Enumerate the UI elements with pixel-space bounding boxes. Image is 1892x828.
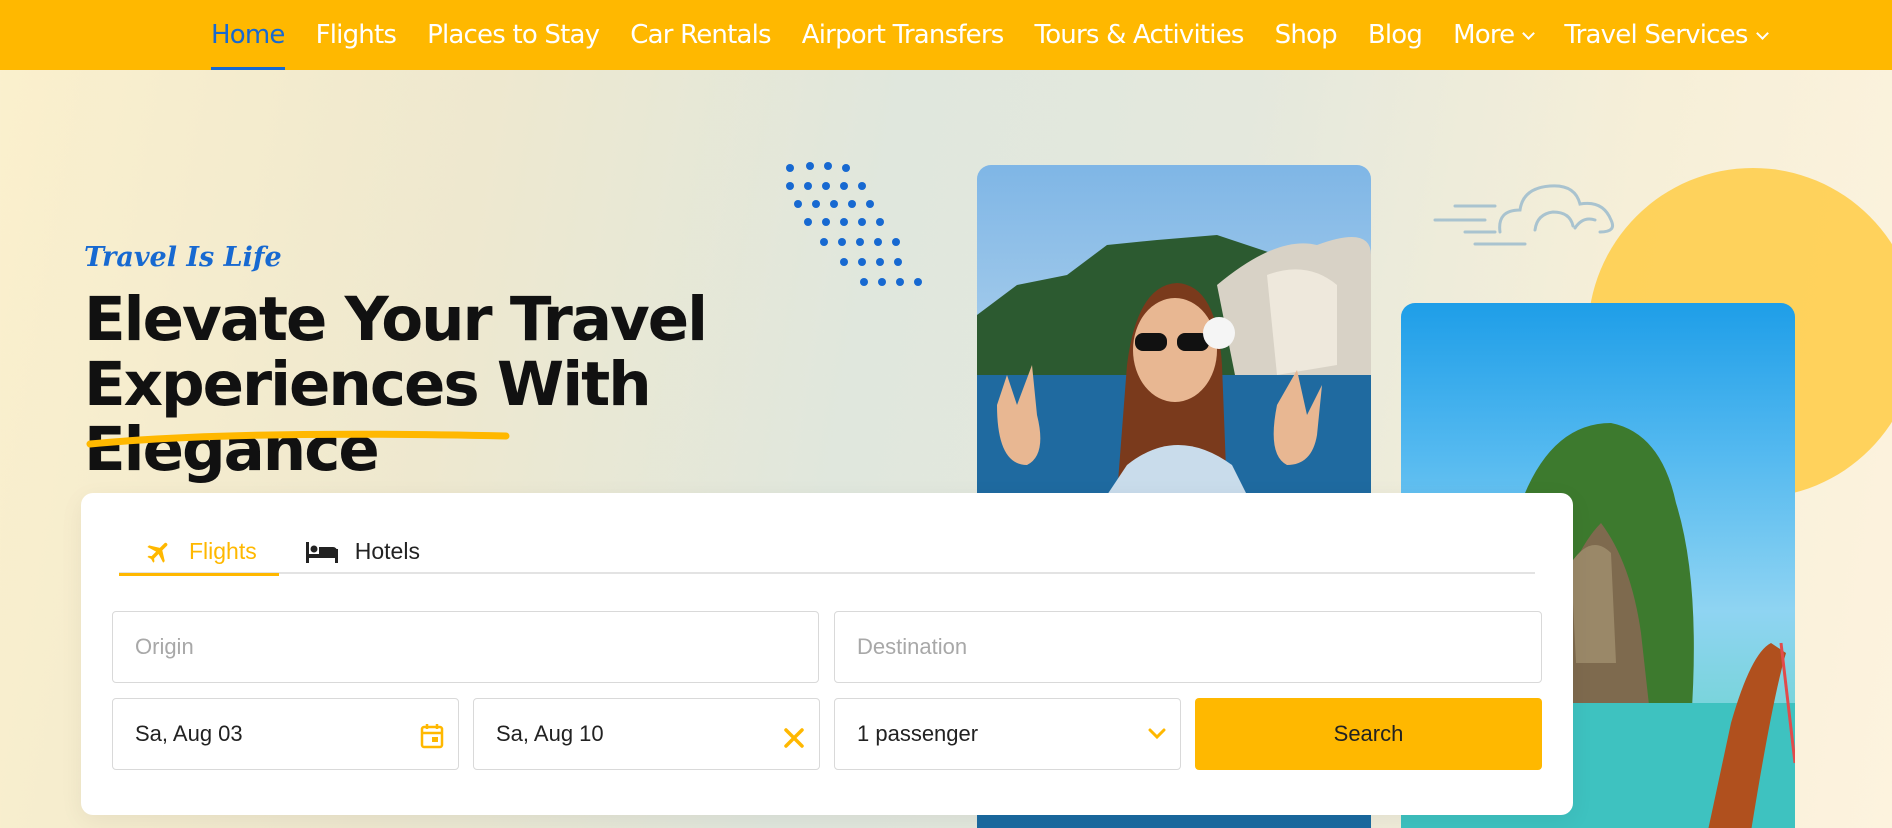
clear-icon[interactable] [783, 727, 805, 749]
nav-car-rentals[interactable]: Car Rentals [630, 0, 771, 70]
tab-flights-label: Flights [189, 538, 257, 564]
tab-flights[interactable]: Flights [119, 529, 279, 576]
nav-tours-activities[interactable]: Tours & Activities [1034, 0, 1245, 70]
hero-tagline: Travel Is Life [84, 242, 282, 273]
destination-field[interactable] [834, 611, 1542, 683]
nav-places-label: Places to Stay [427, 20, 600, 50]
search-card: Flights Hotels Sa, Aug 03 Sa, [81, 493, 1573, 815]
nav-places-to-stay[interactable]: Places to Stay [427, 0, 600, 70]
nav-tours-label: Tours & Activities [1034, 20, 1245, 50]
bed-icon [305, 541, 338, 563]
nav-blog-label: Blog [1367, 20, 1423, 50]
nav-shop-label: Shop [1274, 20, 1338, 50]
chevron-down-icon [1148, 728, 1166, 740]
chevron-down-icon [1522, 26, 1536, 40]
calendar-icon[interactable] [420, 723, 444, 749]
cloud-decoration [1433, 184, 1615, 246]
hero-headline: Elevate Your Travel Experiences With Ele… [84, 287, 904, 482]
tab-hotels-label: Hotels [354, 538, 420, 564]
nav-travel-services-dropdown[interactable]: Travel Services [1564, 0, 1769, 70]
nav-shop[interactable]: Shop [1274, 0, 1338, 70]
depart-date-value: Sa, Aug 03 [135, 721, 243, 746]
nav-flights-label: Flights [315, 20, 397, 50]
nav-travel-services-label: Travel Services [1564, 20, 1748, 50]
nav-home[interactable]: Home [211, 0, 285, 70]
nav-blog[interactable]: Blog [1367, 0, 1423, 70]
return-date-value: Sa, Aug 10 [496, 721, 604, 746]
nav-airport-transfers[interactable]: Airport Transfers [801, 0, 1005, 70]
dot-pattern-decoration [786, 162, 922, 286]
search-button[interactable]: Search [1195, 698, 1542, 770]
nav-more-dropdown[interactable]: More [1453, 0, 1536, 70]
depart-date-field[interactable]: Sa, Aug 03 [112, 698, 459, 770]
origin-field[interactable] [112, 611, 819, 683]
chevron-down-icon [1755, 26, 1769, 40]
tab-hotels[interactable]: Hotels [279, 529, 446, 574]
headline-underline-decoration [86, 430, 510, 448]
nav-airport-transfers-label: Airport Transfers [801, 20, 1005, 50]
passenger-select[interactable]: 1 passenger [834, 698, 1181, 770]
return-date-field[interactable]: Sa, Aug 10 [473, 698, 820, 770]
headline-line-2: Experiences With Elegance [84, 349, 652, 485]
nav-more-label: More [1453, 20, 1515, 50]
headline-line-1: Elevate Your Travel [84, 284, 708, 355]
airplane-icon [147, 542, 168, 563]
nav-home-label: Home [211, 20, 285, 50]
nav-flights[interactable]: Flights [316, 0, 397, 70]
passenger-value: 1 passenger [857, 721, 979, 746]
top-navigation: Home Flights Places to Stay Car Rentals … [0, 0, 1892, 70]
nav-car-rentals-label: Car Rentals [630, 20, 771, 50]
destination-input[interactable] [857, 634, 1519, 660]
origin-input[interactable] [135, 634, 796, 660]
search-tabs: Flights Hotels [119, 529, 1535, 576]
